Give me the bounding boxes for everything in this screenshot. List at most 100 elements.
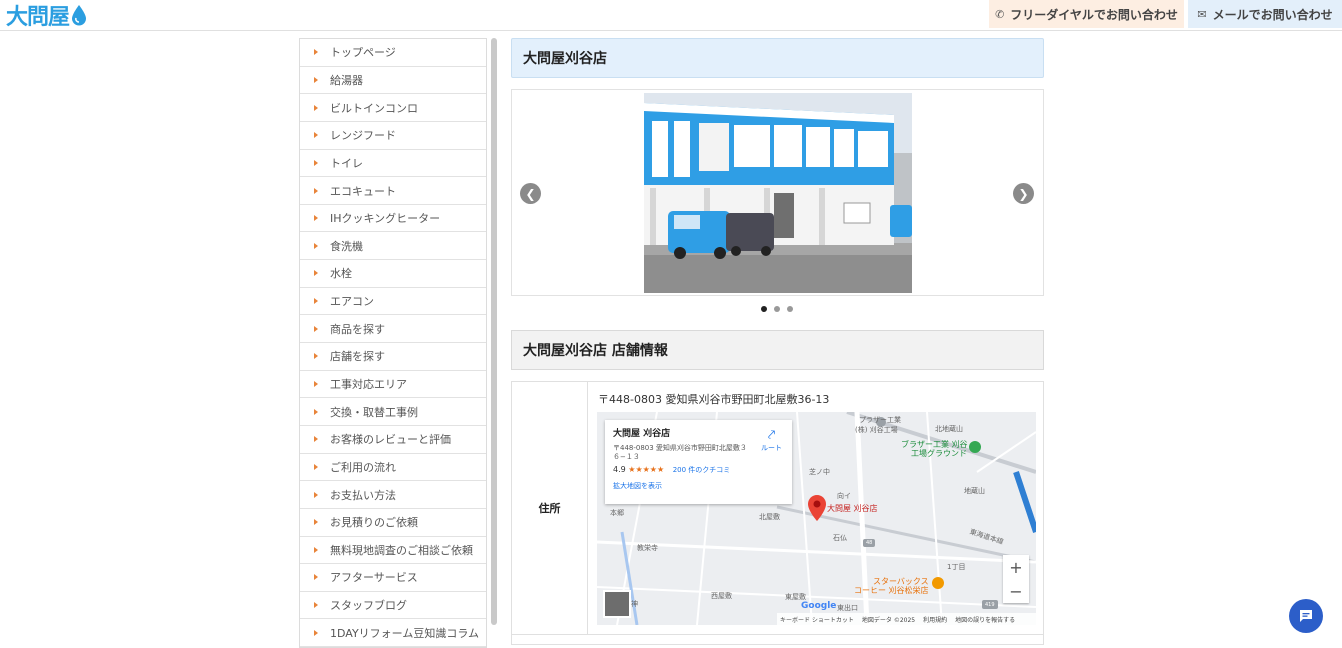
arrow-right-icon (314, 76, 318, 83)
sidebar-item-label: トップページ (330, 46, 396, 60)
plus-icon: + (1009, 557, 1023, 577)
map-pin-icon[interactable] (808, 495, 826, 521)
slider-dot-3[interactable] (787, 306, 793, 312)
sidebar-nav: トップページ 給湯器 ビルトインコンロ レンジフード トイレ エコキュート IH… (299, 38, 487, 648)
map-card-name: 大問屋 刈谷店 (613, 429, 671, 439)
sidebar-item-ecocute[interactable]: エコキュート (300, 177, 486, 205)
sidebar-item-label: エコキュート (330, 184, 396, 198)
map-label: 向イ (837, 492, 851, 500)
map-label: 本郷 (610, 509, 624, 517)
sidebar-item-water-heater[interactable]: 給湯器 (300, 67, 486, 95)
arrow-right-icon (314, 325, 318, 332)
sidebar-item-label: 工事対応エリア (330, 378, 407, 391)
sidebar-item-label: エアコン (330, 295, 374, 309)
sidebar-item-ih-cooking[interactable]: IHクッキングヒーター (300, 205, 486, 233)
sidebar-item-find-product[interactable]: 商品を探す (300, 315, 486, 344)
zoom-out-button[interactable]: − (1003, 579, 1029, 603)
freedial-contact-button[interactable]: ✆ フリーダイヤルでお問い合わせ (989, 0, 1184, 28)
slider-next-button[interactable]: ❯ (1013, 183, 1034, 204)
sidebar-item-faucet[interactable]: 水栓 (300, 260, 486, 288)
map-label: 東出口 (837, 604, 858, 612)
sidebar-item-column[interactable]: 1DAYリフォーム豆知識コラム (300, 619, 486, 648)
sidebar-item-estimate[interactable]: お見積りのご依頼 (300, 509, 486, 537)
sidebar-item-range-hood[interactable]: レンジフード (300, 122, 486, 150)
water-drop-icon (72, 5, 87, 26)
reviews-link[interactable]: 200 件のクチコミ (673, 466, 731, 474)
sidebar-item-label: 水栓 (330, 267, 352, 281)
zoom-in-button[interactable]: + (1003, 555, 1029, 579)
map-label: (株) 刈谷工場 (855, 426, 898, 434)
sidebar-item-label: 給湯器 (330, 73, 363, 87)
map-footer-shortcuts[interactable]: キーボード ショートカット (780, 615, 854, 624)
route-button[interactable]: ⤤ ルート (761, 428, 782, 453)
map-label: 48 (866, 540, 873, 546)
site-logo[interactable]: 大問屋 (6, 1, 87, 30)
map-label: プラザー工業 (859, 416, 901, 424)
sidebar-item-staff-blog[interactable]: スタッフブログ (300, 592, 486, 620)
sidebar-item-dishwasher[interactable]: 食洗機 (300, 232, 486, 261)
phone-icon: ✆ (995, 7, 1005, 21)
envelope-icon: ✉ (1197, 7, 1207, 21)
sidebar-item-flow[interactable]: ご利用の流れ (300, 454, 486, 482)
arrow-right-icon (314, 436, 318, 443)
sidebar-item-label: アフターサービス (330, 571, 418, 585)
sidebar-scrollbar[interactable] (491, 38, 497, 625)
enlarge-map-link[interactable]: 拡大地図を表示 (613, 481, 784, 491)
map-card-address: 〒448-0803 愛知県刈谷市野田町北屋敷３６−１３ (613, 444, 747, 461)
arrow-right-icon (314, 519, 318, 526)
slider-dot-1[interactable] (761, 306, 767, 312)
table-divider (512, 634, 1043, 635)
arrow-right-icon (314, 49, 318, 56)
mail-contact-label: メールでお問い合わせ (1212, 7, 1333, 22)
arrow-right-icon (314, 215, 318, 222)
sidebar-item-top[interactable]: トップページ (300, 39, 486, 67)
google-logo: Google (801, 601, 836, 611)
sidebar-item-site-survey[interactable]: 無料現地調査のご相談ご依頼 (300, 537, 486, 565)
mail-contact-button[interactable]: ✉ メールでお問い合わせ (1188, 0, 1342, 28)
store-photo (644, 93, 912, 293)
slider-dots (761, 306, 793, 312)
sidebar-item-builtin-stove[interactable]: ビルトインコンロ (300, 94, 486, 122)
route-label: ルート (761, 444, 782, 452)
arrow-right-icon (314, 298, 318, 305)
arrow-right-icon (314, 104, 318, 111)
sidebar-item-payment[interactable]: お支払い方法 (300, 481, 486, 509)
sidebar-item-label: スタッフブログ (330, 599, 407, 613)
map-label: 神 (631, 600, 638, 608)
arrow-right-icon (314, 159, 318, 166)
slider-dot-2[interactable] (774, 306, 780, 312)
sidebar-item-find-store[interactable]: 店舗を探す (300, 343, 486, 371)
arrow-right-icon (314, 574, 318, 581)
sidebar-item-aircon[interactable]: エアコン (300, 288, 486, 316)
arrow-right-icon (314, 629, 318, 636)
google-map[interactable]: 大問屋 刈谷店 プラザー工業 (株) 刈谷工場 ブラザー工業 刈谷 工場グラウン… (597, 412, 1036, 625)
chat-button[interactable] (1289, 599, 1323, 633)
sidebar-item-label: レンジフード (330, 129, 396, 143)
sidebar-item-label: 無料現地調査のご相談ご依頼 (330, 543, 473, 557)
map-footer-terms[interactable]: 利用規約 (923, 615, 947, 624)
sidebar-item-reviews[interactable]: お客様のレビューと評価 (300, 426, 486, 454)
satellite-view-toggle[interactable] (603, 590, 631, 618)
sidebar-item-after-service[interactable]: アフターサービス (300, 564, 486, 592)
rating-value: 4.9 (613, 464, 626, 474)
slider-prev-button[interactable]: ❮ (520, 183, 541, 204)
sidebar-item-label: トイレ (330, 156, 363, 170)
sidebar-item-service-area[interactable]: 工事対応エリア (300, 371, 486, 399)
store-info-table: 住所 〒448-0803 愛知県刈谷市野田町北屋敷36-13 大問屋 刈谷店 プ… (511, 381, 1044, 645)
arrow-right-icon (314, 242, 318, 249)
map-label: 419 (985, 602, 995, 608)
map-label: 芝ノ中 (809, 468, 830, 476)
arrow-right-icon (314, 381, 318, 387)
star-rating-icon: ★★★★★ (628, 464, 665, 474)
sidebar-item-label: 食洗機 (330, 239, 363, 253)
minus-icon: − (1009, 581, 1023, 601)
sidebar-item-toilet[interactable]: トイレ (300, 150, 486, 178)
map-card-rating: 4.9 ★★★★★ 200 件のクチコミ (613, 465, 784, 475)
store-info-title: 大問屋刈谷店 店舗情報 (511, 330, 1044, 370)
map-footer-report[interactable]: 地図の誤りを報告する (955, 615, 1015, 624)
arrow-right-icon (314, 132, 318, 139)
arrow-right-icon (314, 491, 318, 498)
sidebar-item-label: 交換・取替工事例 (330, 405, 418, 419)
sidebar-item-work-examples[interactable]: 交換・取替工事例 (300, 398, 486, 426)
map-label: 1丁目 (947, 563, 966, 571)
